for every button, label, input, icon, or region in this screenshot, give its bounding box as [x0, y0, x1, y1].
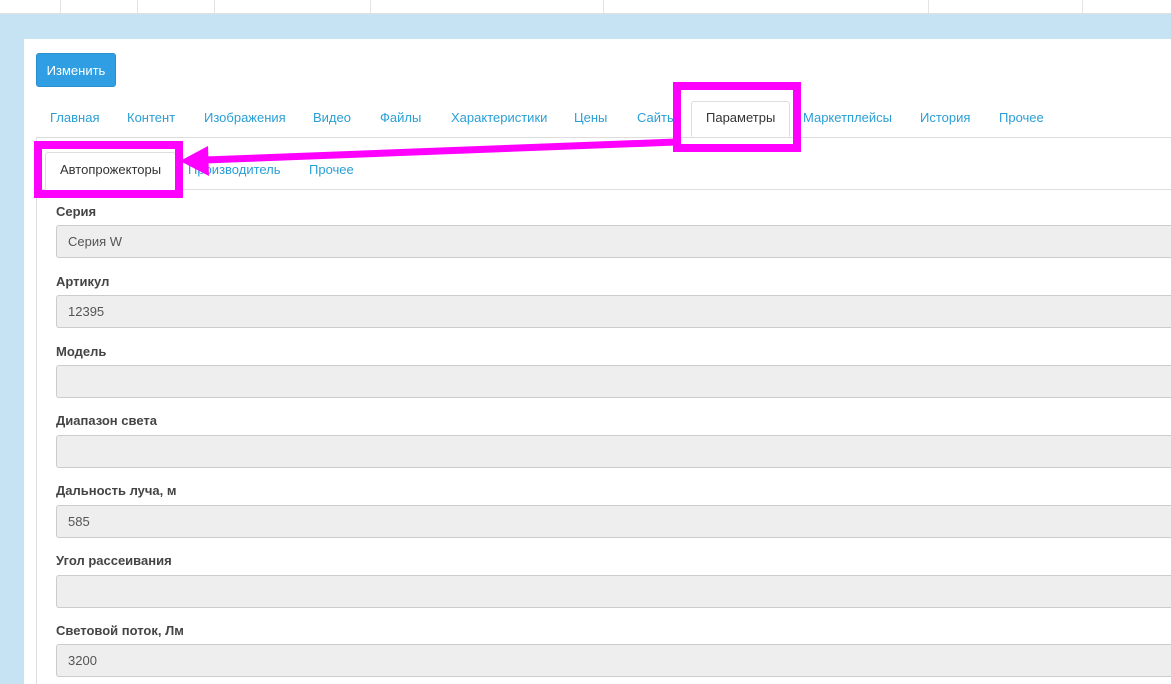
arrow-shaft: [204, 138, 677, 164]
annotation-arrow-icon: [180, 138, 677, 176]
arrow-head: [180, 146, 209, 176]
